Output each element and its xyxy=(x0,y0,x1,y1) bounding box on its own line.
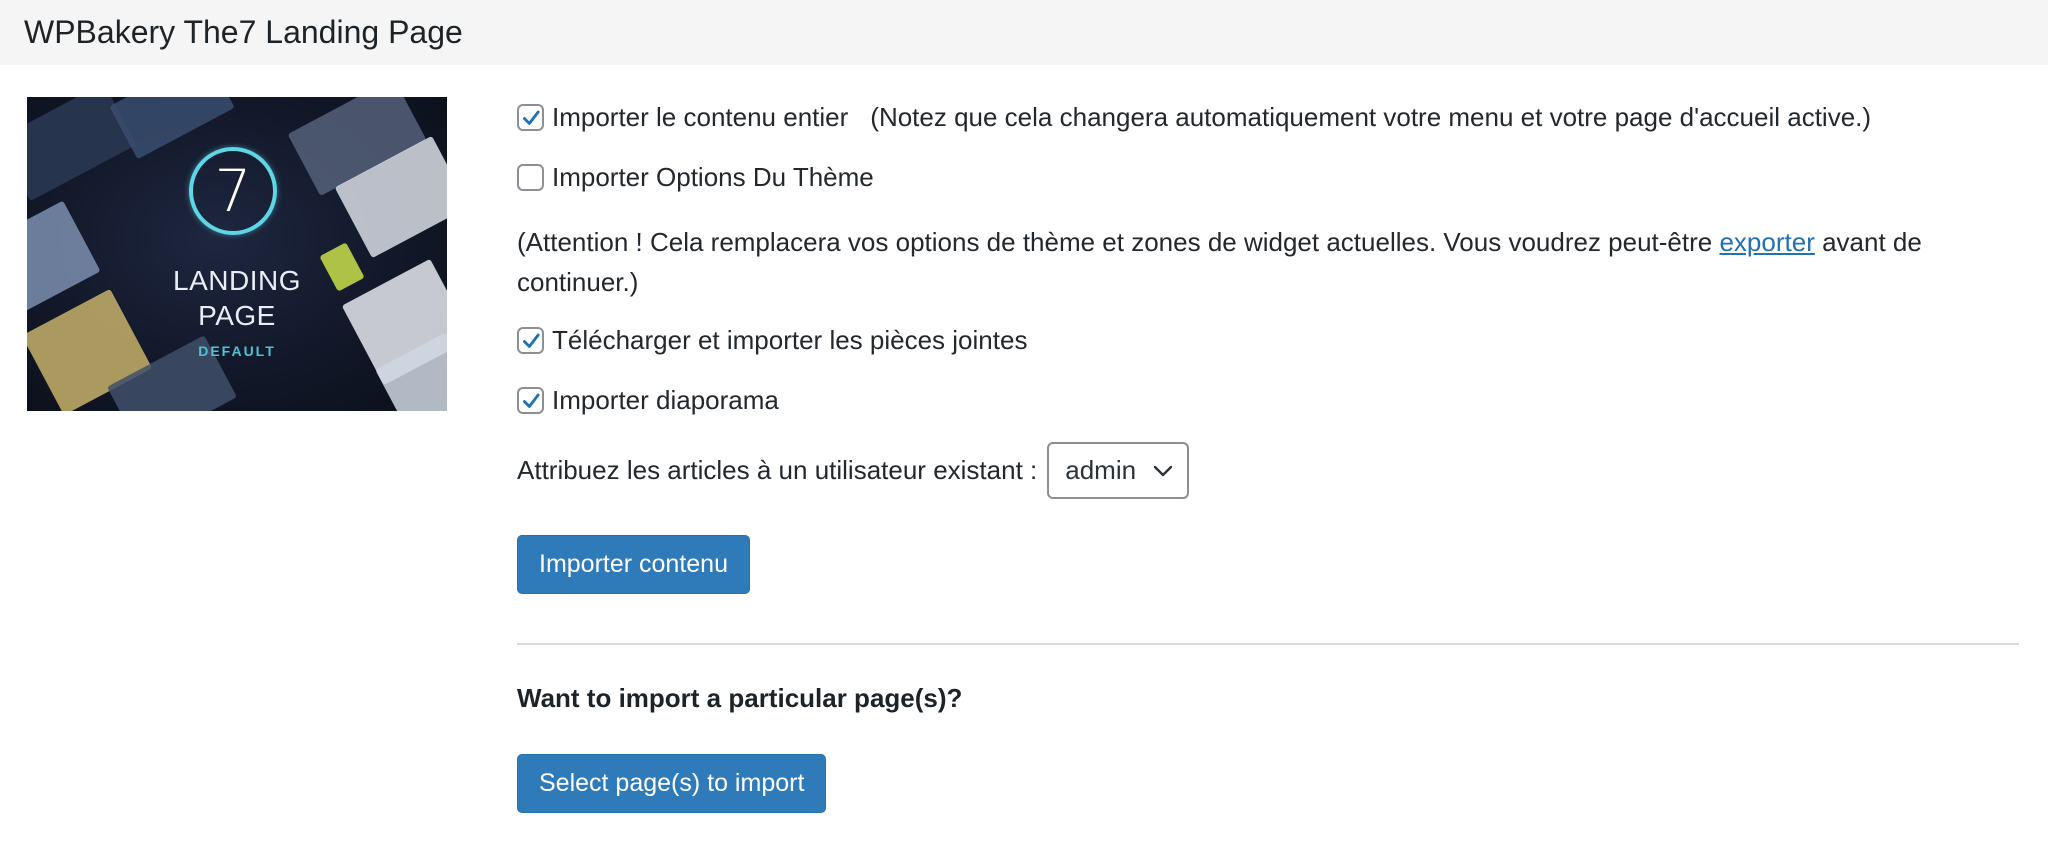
import-attachments-label: Télécharger et importer les pièces joint… xyxy=(552,325,1028,355)
checkmark-icon xyxy=(522,110,540,125)
assign-author-row: Attribuez les articles à un utilisateur … xyxy=(517,442,1190,499)
import-theme-options-label: Importer Options Du Thème xyxy=(552,162,874,192)
option-import-slideshow[interactable]: Importer diaporama xyxy=(517,385,779,416)
thumbnail-subtitle: DEFAULT xyxy=(198,343,276,359)
import-content-checkbox[interactable] xyxy=(517,104,544,131)
checkmark-icon xyxy=(522,333,540,348)
author-select-value: admin xyxy=(1065,455,1137,485)
thumbnail-line1: LANDING xyxy=(173,265,301,296)
warning-text: (Attention ! Cela remplacera vos options… xyxy=(517,227,1720,257)
import-content-button[interactable]: Importer contenu xyxy=(517,535,750,594)
import-content-note: (Notez que cela changera automatiquement… xyxy=(870,102,1872,132)
import-slideshow-label: Importer diaporama xyxy=(552,385,779,415)
option-import-theme-options[interactable]: Importer Options Du Thème xyxy=(517,162,874,193)
export-link[interactable]: exporter xyxy=(1719,227,1814,257)
particular-pages-heading: Want to import a particular page(s)? xyxy=(517,683,963,713)
checkmark-icon xyxy=(522,393,540,408)
demo-thumbnail: 7 LANDING PAGE DEFAULT xyxy=(27,97,447,411)
page-title: WPBakery The7 Landing Page xyxy=(24,14,463,50)
import-content-label: Importer le contenu entier xyxy=(552,102,849,132)
import-theme-options-checkbox[interactable] xyxy=(517,164,544,191)
thumbnail-line2: PAGE xyxy=(198,300,276,331)
select-pages-button[interactable]: Select page(s) to import xyxy=(517,754,827,813)
logo-ring: 7 xyxy=(189,147,277,235)
assign-author-label: Attribuez les articles à un utilisateur … xyxy=(517,455,1038,485)
page-header: WPBakery The7 Landing Page xyxy=(0,0,2048,65)
author-select[interactable]: admin xyxy=(1047,442,1190,499)
section-divider xyxy=(517,643,2019,645)
chevron-down-icon xyxy=(1154,465,1173,476)
theme-options-warning: (Attention ! Cela remplacera vos options… xyxy=(517,222,2017,302)
option-import-content[interactable]: Importer le contenu entier (Notez que ce… xyxy=(517,102,1871,133)
logo-number: 7 xyxy=(214,157,252,225)
import-attachments-checkbox[interactable] xyxy=(517,327,544,354)
import-slideshow-checkbox[interactable] xyxy=(517,387,544,414)
option-import-attachments[interactable]: Télécharger et importer les pièces joint… xyxy=(517,325,1027,356)
